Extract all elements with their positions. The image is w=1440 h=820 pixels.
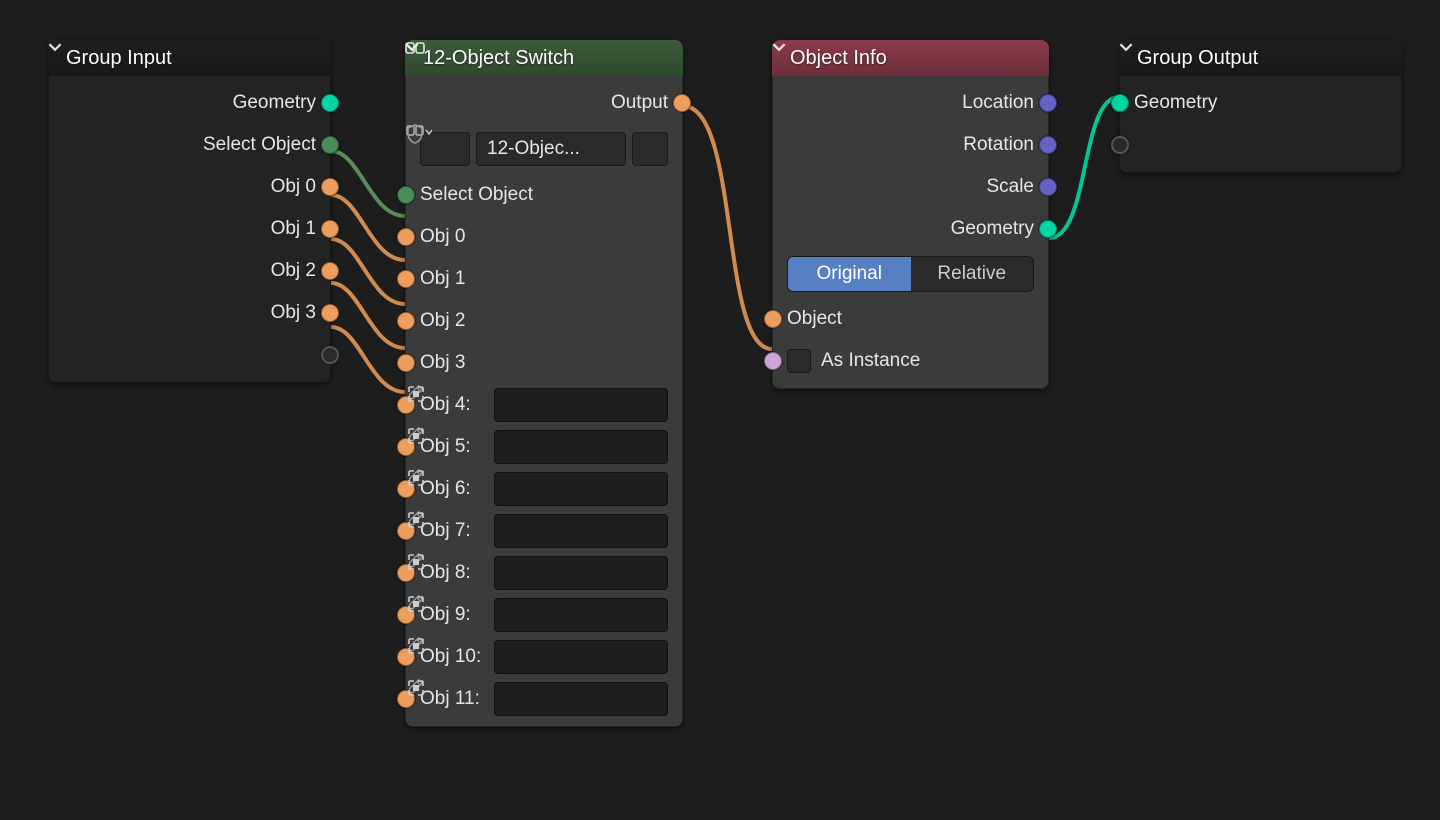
node-group-input[interactable]: Group Input Geometry Select Object Obj 0… xyxy=(48,40,331,383)
node-title: Group Input xyxy=(66,47,172,70)
socket-obj-7[interactable]: Obj 7: xyxy=(406,510,682,552)
object-picker[interactable] xyxy=(494,514,668,548)
as-instance-checkbox[interactable] xyxy=(787,349,811,373)
socket-obj-10[interactable]: Obj 10: xyxy=(406,636,682,678)
socket-obj-1[interactable]: Obj 1 xyxy=(49,208,330,250)
socket-virtual[interactable] xyxy=(1120,124,1401,166)
object-picker[interactable] xyxy=(494,598,668,632)
socket-obj-5[interactable]: Obj 5: xyxy=(406,426,682,468)
socket-obj-2[interactable]: Obj 2 xyxy=(406,300,682,342)
socket-geometry[interactable]: Geometry xyxy=(773,208,1048,250)
node-group-output[interactable]: Group Output Geometry xyxy=(1119,40,1402,173)
node-header[interactable]: Group Input xyxy=(48,40,331,76)
socket-geometry[interactable]: Geometry xyxy=(1120,82,1401,124)
group-name-field[interactable]: 12-Objec... xyxy=(476,132,626,166)
node-header[interactable]: Group Output xyxy=(1119,40,1402,76)
socket-obj-1[interactable]: Obj 1 xyxy=(406,258,682,300)
node-title: Object Info xyxy=(790,47,887,70)
object-picker[interactable] xyxy=(494,640,668,674)
object-picker[interactable] xyxy=(494,472,668,506)
object-picker[interactable] xyxy=(494,430,668,464)
socket-obj-4[interactable]: Obj 4: xyxy=(406,384,682,426)
object-picker[interactable] xyxy=(494,556,668,590)
object-picker[interactable] xyxy=(494,388,668,422)
transform-space-toggle: Original Relative xyxy=(773,250,1048,298)
socket-obj-2[interactable]: Obj 2 xyxy=(49,250,330,292)
node-title: 12-Object Switch xyxy=(423,47,673,70)
socket-obj-3[interactable]: Obj 3 xyxy=(49,292,330,334)
node-object-info[interactable]: Object Info Location Rotation Scale Geom… xyxy=(772,40,1049,389)
socket-select-object[interactable]: Select Object xyxy=(49,124,330,166)
socket-select-object[interactable]: Select Object xyxy=(406,174,682,216)
socket-object[interactable]: Object xyxy=(773,298,1048,340)
socket-as-instance[interactable]: As Instance xyxy=(773,340,1048,382)
socket-obj-3[interactable]: Obj 3 xyxy=(406,342,682,384)
socket-scale[interactable]: Scale xyxy=(773,166,1048,208)
mode-original-button[interactable]: Original xyxy=(788,257,911,291)
group-selector-dropdown[interactable] xyxy=(420,132,470,166)
group-selector-row: 12-Objec... xyxy=(406,124,682,174)
socket-virtual[interactable] xyxy=(49,334,330,376)
object-picker[interactable] xyxy=(494,682,668,716)
node-12-object-switch[interactable]: 12-Object Switch Output 12-Objec... Sele… xyxy=(405,40,683,727)
socket-output[interactable]: Output xyxy=(406,82,682,124)
socket-obj-0[interactable]: Obj 0 xyxy=(49,166,330,208)
fake-user-shield-button[interactable] xyxy=(632,132,668,166)
socket-obj-11[interactable]: Obj 11: xyxy=(406,678,682,720)
socket-obj-9[interactable]: Obj 9: xyxy=(406,594,682,636)
node-header[interactable]: Object Info xyxy=(772,40,1049,76)
socket-location[interactable]: Location xyxy=(773,82,1048,124)
socket-obj-6[interactable]: Obj 6: xyxy=(406,468,682,510)
node-title: Group Output xyxy=(1137,47,1258,70)
socket-obj-8[interactable]: Obj 8: xyxy=(406,552,682,594)
socket-geometry[interactable]: Geometry xyxy=(49,82,330,124)
socket-obj-0[interactable]: Obj 0 xyxy=(406,216,682,258)
socket-rotation[interactable]: Rotation xyxy=(773,124,1048,166)
node-header[interactable]: 12-Object Switch xyxy=(405,40,683,76)
mode-relative-button[interactable]: Relative xyxy=(911,257,1034,291)
